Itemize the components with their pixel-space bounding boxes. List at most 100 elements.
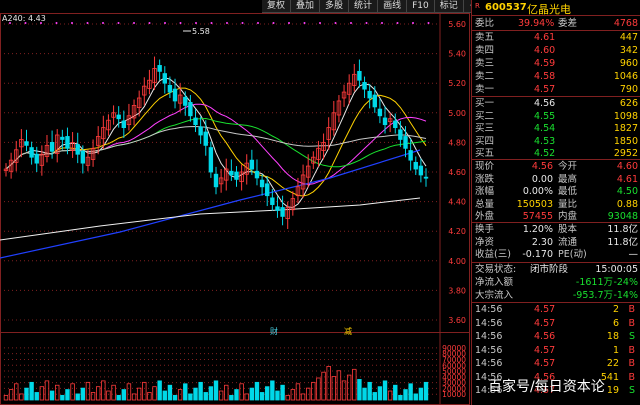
volume-bar — [90, 392, 96, 401]
candle-body — [157, 65, 162, 72]
candle-body — [254, 170, 260, 179]
volume-bar — [229, 394, 234, 401]
volume-bar — [75, 393, 80, 401]
reduction-marker: 减 — [344, 326, 352, 336]
buy-label: 买五 — [475, 148, 495, 159]
candle-body — [229, 170, 234, 176]
candle-body — [418, 165, 424, 176]
toolbar-button-mark[interactable]: 标记 — [435, 0, 464, 12]
toolbar-button-overlay[interactable]: 叠加 — [291, 0, 321, 12]
tick-volume: 1 — [612, 344, 619, 356]
event-dot-icon — [412, 22, 414, 24]
candle-body — [372, 94, 377, 108]
volume-bar — [101, 380, 106, 401]
sell-volume: 342 — [619, 45, 638, 56]
flow-row: 大宗流入 -953.7万 -14% — [472, 289, 640, 302]
volume-bar — [311, 381, 316, 401]
event-dot-icon — [71, 22, 73, 24]
volume-bar — [8, 389, 14, 401]
stat-value: 4.61 — [616, 173, 638, 185]
price-tick-label: 4.80 — [448, 138, 466, 147]
sell-price: 4.58 — [534, 71, 556, 82]
tick-price: 4.57 — [534, 344, 556, 356]
sell-label: 卖三 — [475, 58, 495, 69]
volume-bar — [234, 389, 239, 401]
volume-bar — [157, 380, 162, 401]
toolbar-button-f10[interactable]: F10 — [407, 0, 435, 12]
flow-label: 大宗流入 — [475, 289, 514, 301]
event-dot-icon — [55, 22, 58, 24]
candle-body — [403, 136, 408, 149]
volume-bar — [275, 390, 280, 401]
tick-time: 14:56 — [475, 317, 503, 329]
event-dot-icon — [241, 22, 244, 24]
event-dot-icon — [24, 22, 27, 24]
buy-volume: 1850 — [613, 135, 638, 147]
stat-value: 4.50 — [616, 186, 638, 197]
candle-body — [24, 141, 29, 146]
candle-body — [213, 173, 219, 188]
tick-side: B — [628, 304, 635, 315]
volume-bar — [188, 393, 193, 401]
volume-bar — [60, 394, 65, 401]
price-tick-label: 3.60 — [448, 316, 466, 325]
toolbar-button-fuquan[interactable]: 复权 — [262, 0, 292, 12]
candle-body — [116, 114, 121, 120]
event-dot-icon — [9, 22, 11, 24]
volume-bar — [152, 386, 157, 401]
tick-side: B — [628, 344, 635, 356]
tick-volume: 6 — [612, 317, 619, 329]
buy-price: 4.56 — [534, 98, 556, 109]
kline-chart[interactable]: 5.60 5.40 5.20 5.00 4.80 4.60 4.40 4.20 4.00 3.80… — [0, 0, 470, 405]
event-dot-icon — [133, 22, 135, 24]
event-dot-icon — [319, 22, 321, 24]
event-dot-icon — [288, 22, 290, 24]
flow-value: -953.7万 — [572, 289, 613, 301]
toolbar-button-draw-line[interactable]: 画线 — [378, 0, 408, 12]
stock-name[interactable]: 亿晶光电 — [527, 1, 571, 17]
volume-bar — [224, 384, 229, 401]
volume-bar — [352, 368, 357, 401]
toolbar-button-statistics[interactable]: 统计 — [349, 0, 379, 12]
tick-volume: 2 — [612, 304, 619, 315]
tick-time: 14:56 — [475, 358, 503, 369]
volume-bar — [316, 377, 321, 401]
ma240-line — [0, 197, 421, 241]
event-dot-icon — [365, 22, 368, 24]
fundamental-row: 净资 2.30 流通 11.8亿 — [472, 236, 640, 249]
fund-label: 收益(三) — [475, 249, 511, 260]
trading-status-row: 交易状态: 闭市阶段 15:00:05 — [472, 263, 640, 276]
volume-bar — [336, 370, 342, 401]
weibi-value: 39.94% — [518, 18, 555, 29]
stat-value: 0.00 — [531, 173, 553, 185]
candle-body — [121, 120, 127, 129]
stock-code[interactable]: 600537 — [485, 2, 527, 13]
volume-bar — [265, 386, 270, 401]
stat-value: 93048 — [607, 211, 638, 222]
candle-body — [65, 136, 70, 149]
event-dot-icon — [226, 22, 228, 24]
price-tick-label: 4.40 — [448, 198, 466, 207]
tick-time: 14:56 — [475, 331, 503, 342]
sell-level-3: 卖三 4.59 960 — [472, 57, 640, 70]
stat-label: 涨幅 — [475, 186, 495, 197]
flow-pct: -24% — [613, 277, 638, 288]
volume-bar — [254, 381, 260, 401]
tick-time: 14:56 — [475, 344, 503, 356]
event-dot-icon — [148, 22, 151, 24]
stat-value: 0.88 — [616, 198, 638, 210]
fund-value: — — [628, 249, 639, 260]
toolbar-button-multi-stock[interactable]: 多股 — [320, 0, 350, 12]
fundamental-row: 收益(三) -0.170 PE(动) — — [472, 248, 640, 261]
price-tick-label: 5.60 — [448, 20, 466, 29]
tick-row: 14:56 4.57 1 B — [472, 344, 640, 357]
sell-level-4: 卖四 4.60 342 — [472, 44, 640, 57]
candle-body — [167, 85, 173, 93]
stat-value: 4.56 — [531, 161, 553, 172]
candle-body — [203, 131, 208, 146]
buy-label: 买一 — [475, 98, 495, 109]
volume-bar — [387, 390, 393, 401]
volume-bar — [418, 387, 424, 401]
price-tick-label: 4.00 — [448, 257, 466, 266]
volume-bar — [49, 390, 55, 401]
